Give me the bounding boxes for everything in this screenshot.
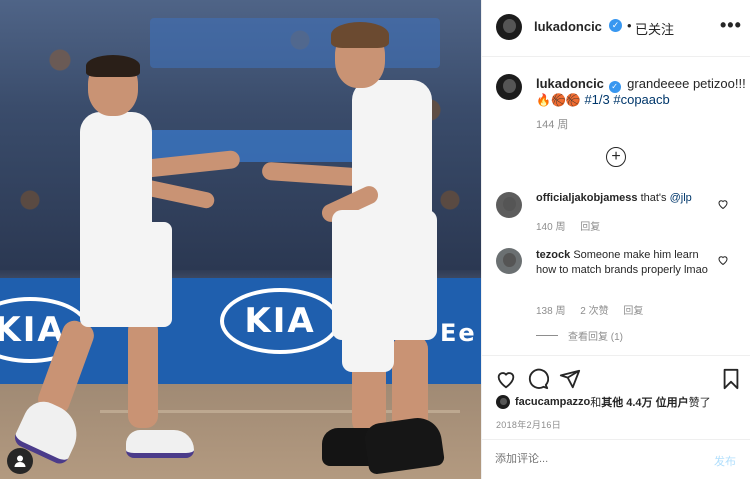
comment: tezock Someone make him learn how to mat… [536, 248, 711, 278]
player-shoe [126, 430, 194, 458]
post-date[interactable]: 2018年2月16日 [496, 418, 561, 431]
player-hair [331, 22, 389, 48]
heart-icon[interactable] [717, 198, 729, 210]
likes-suffix: 赞了 [688, 397, 711, 409]
bookmark-icon[interactable] [720, 368, 742, 390]
comment-likes[interactable]: 2 次赞 [580, 306, 608, 317]
post-comment-button[interactable]: 发布 [714, 453, 736, 469]
caption-line-2: 🔥🏀🏀 #1/3 #copaacb [536, 92, 670, 107]
heart-icon[interactable] [717, 254, 729, 266]
avatar[interactable] [496, 248, 522, 274]
reply-button[interactable]: 回复 [580, 222, 600, 233]
comment: officialjakobjamess that's @jlp [536, 191, 711, 206]
comment-text: that's [640, 192, 670, 204]
comment-icon[interactable] [527, 368, 549, 390]
player-hair [86, 55, 140, 77]
post-header: lukadoncic ✓ • 已关注 ••• [482, 0, 750, 57]
reply-button[interactable]: 回复 [623, 306, 643, 317]
post-side-panel: lukadoncic ✓ • 已关注 ••• lukadoncic ✓ gran… [481, 0, 750, 479]
heart-icon[interactable] [495, 368, 517, 390]
header-username[interactable]: lukadoncic [534, 19, 602, 34]
comment-timestamp[interactable]: 138 周 [536, 306, 565, 317]
knee-sleeve [342, 330, 394, 372]
more-options-icon[interactable]: ••• [720, 16, 742, 34]
plus-circle-icon[interactable]: + [606, 147, 626, 167]
likes-summary: facucampazzo 和 其他 4.4万 位用户 赞了 [496, 394, 711, 410]
comment-timestamp[interactable]: 140 周 [536, 222, 565, 233]
kia-logo: KIA [220, 288, 340, 354]
view-replies-label: 查看回复 (1) [568, 332, 623, 343]
player-shoe [362, 414, 446, 476]
replies-divider [536, 335, 558, 336]
add-comment-bar: 发布 [482, 439, 750, 479]
action-bar [482, 355, 750, 395]
caption-line-1: lukadoncic ✓ grandeeee petizoo!!! 🔥 [536, 76, 750, 93]
verified-badge-icon: ✓ [609, 19, 622, 32]
comment-input[interactable] [495, 453, 675, 465]
avatar[interactable] [496, 192, 522, 218]
player-leg [128, 318, 158, 428]
separator-dot: • [627, 18, 632, 33]
comment-meta: 138 周 2 次赞 回复 [536, 302, 655, 317]
likes-conjunction: 和 [590, 397, 602, 409]
caption-timestamp[interactable]: 144 周 [536, 116, 568, 132]
follow-status-button[interactable]: 已关注 [635, 19, 674, 38]
caption-username[interactable]: lukadoncic [536, 76, 604, 91]
liker-username[interactable]: facucampazzo [515, 396, 590, 408]
share-icon[interactable] [559, 368, 581, 390]
post-photo[interactable]: KIA KIA Ee [0, 0, 481, 479]
comment-mention[interactable]: @jlp [670, 192, 692, 204]
avatar[interactable] [496, 14, 522, 40]
caption-emoji: 🔥🏀🏀 [536, 93, 581, 107]
avatar[interactable] [496, 74, 522, 100]
player-shorts [332, 210, 437, 340]
comment-username[interactable]: tezock [536, 249, 570, 261]
player-shorts [80, 222, 172, 327]
player-jersey [80, 112, 152, 237]
likes-count-button[interactable]: 其他 4.4万 位用户 [601, 394, 688, 410]
caption-hashtags[interactable]: #1/3 #copaacb [584, 92, 669, 107]
avatar[interactable] [496, 395, 510, 409]
comment-username[interactable]: officialjakobjamess [536, 192, 638, 204]
caption-text: grandeeee petizoo!!! [627, 76, 746, 91]
tagged-user-icon[interactable] [7, 448, 33, 474]
view-replies-button[interactable]: 查看回复 (1) [536, 328, 623, 343]
arena-banner [150, 18, 440, 68]
comment-meta: 140 周 回复 [536, 218, 612, 233]
